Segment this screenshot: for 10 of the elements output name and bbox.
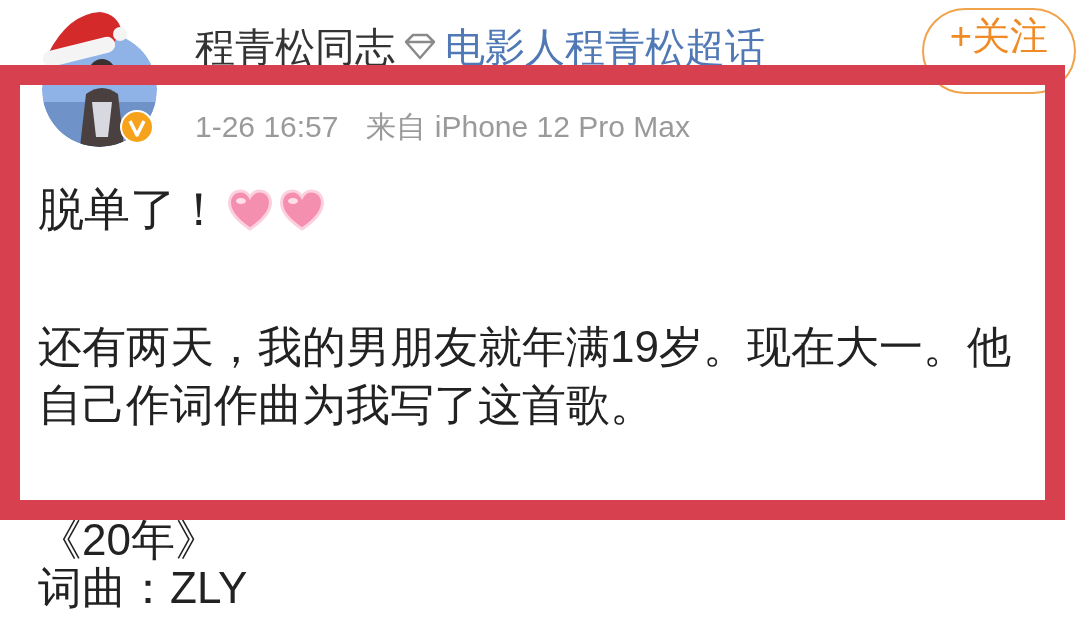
heart-icon [226,187,274,231]
post-text: 还有两天，我的男朋友就年满19岁。现在大一。他自己作词作曲为我写了这首歌。 [38,321,1012,431]
diamond-icon [403,33,437,61]
post-source: 来自 iPhone 12 Pro Max [366,109,690,145]
verified-badge-icon [120,110,154,144]
post-text: 脱单了！ [38,182,222,237]
heart-icon [278,187,326,231]
post-time: 1-26 16:57 [195,109,339,145]
topic-link[interactable]: 电影人程青松超话 [445,17,765,77]
author-name[interactable]: 程青松同志 [195,17,395,77]
